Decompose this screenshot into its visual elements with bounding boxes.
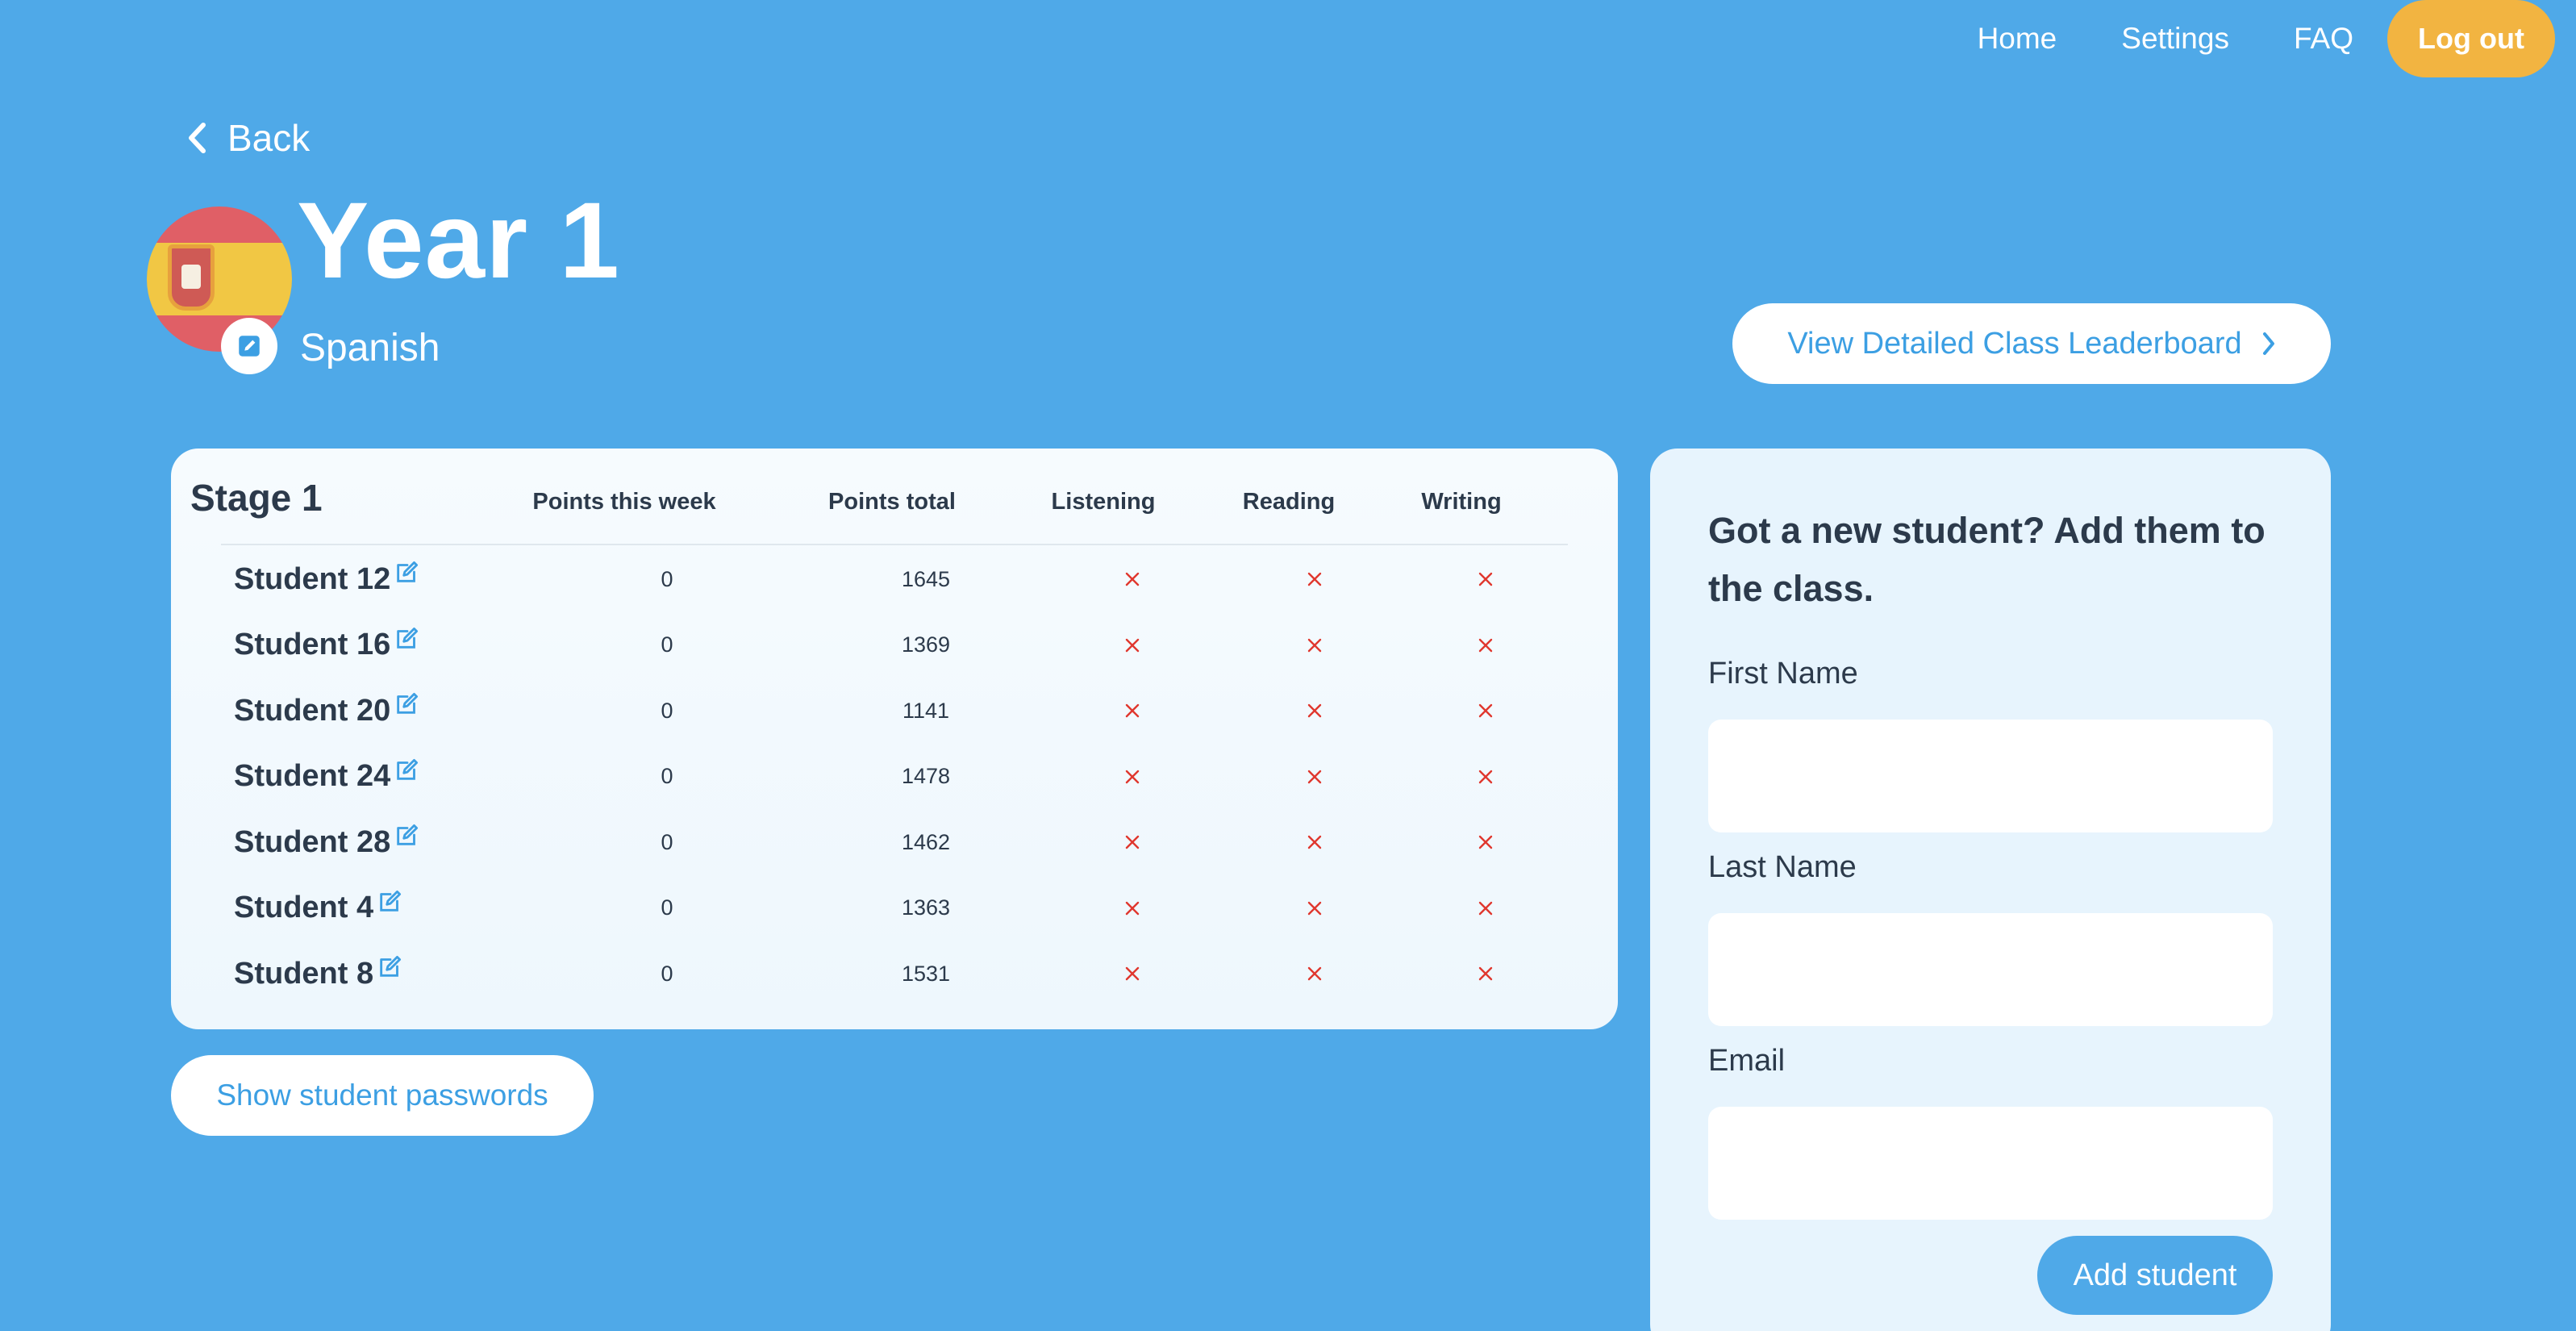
email-field[interactable] <box>1708 1107 2273 1220</box>
reading-cross-icon <box>1307 876 1323 941</box>
top-nav: Home Settings FAQ Log out <box>1978 0 2555 77</box>
nav-settings-link[interactable]: Settings <box>2121 22 2229 56</box>
first-name-field[interactable] <box>1708 720 2273 832</box>
nav-home-link[interactable]: Home <box>1978 22 2057 56</box>
points-week-cell: 0 <box>661 961 673 986</box>
chevron-left-icon <box>189 123 206 153</box>
view-leaderboard-label: View Detailed Class Leaderboard <box>1787 326 2242 361</box>
points-total-cell: 1363 <box>901 895 951 920</box>
view-leaderboard-button[interactable]: View Detailed Class Leaderboard <box>1732 303 2331 384</box>
points-total-cell: 1531 <box>901 961 951 986</box>
edit-student-icon[interactable] <box>394 756 421 783</box>
points-week-cell: 0 <box>661 698 673 723</box>
reading-cross-icon <box>1307 678 1323 743</box>
student-name-label: Student 12 <box>234 561 391 596</box>
edit-student-icon[interactable] <box>394 821 421 849</box>
reading-cross-icon <box>1307 745 1323 809</box>
writing-cross-icon <box>1478 876 1494 941</box>
points-week-cell: 0 <box>661 764 673 788</box>
listening-cross-icon <box>1124 613 1140 678</box>
writing-cross-icon <box>1478 810 1494 874</box>
col-header-reading: Reading <box>1242 489 1336 515</box>
chevron-right-icon <box>2262 332 2274 355</box>
writing-cross-icon <box>1478 745 1494 809</box>
reading-cross-icon <box>1307 547 1323 611</box>
listening-cross-icon <box>1124 810 1140 874</box>
points-total-cell: 1141 <box>902 698 950 723</box>
writing-cross-icon <box>1478 678 1494 743</box>
table-row: Student 20 0 1141 <box>171 678 1618 743</box>
nav-faq-link[interactable]: FAQ <box>2294 22 2353 56</box>
points-total-cell: 1478 <box>901 764 951 788</box>
student-name-label: Student 16 <box>234 628 391 661</box>
points-total-cell: 1645 <box>901 566 951 591</box>
listening-cross-icon <box>1124 745 1140 809</box>
student-name: Student 28 <box>234 810 421 874</box>
table-row: Student 4 0 1363 <box>171 876 1618 941</box>
edit-student-icon[interactable] <box>377 887 404 915</box>
points-total-cell: 1369 <box>901 632 951 657</box>
students-table: Student 12 0 1645 Student 16 0 1369 Student 20… <box>171 449 1618 1029</box>
student-name-label: Student 4 <box>234 891 374 924</box>
col-header-points-total: Points total <box>828 489 956 515</box>
points-week-cell: 0 <box>661 632 673 657</box>
email-label: Email <box>1708 1044 1786 1078</box>
table-row: Student 12 0 1645 <box>171 547 1618 611</box>
last-name-label: Last Name <box>1708 850 1857 884</box>
col-header-writing: Writing <box>1421 489 1502 515</box>
student-name: Student 20 <box>234 678 421 743</box>
table-row: Student 8 0 1531 <box>171 941 1618 1006</box>
stage-title: Stage 1 <box>190 477 323 519</box>
student-name: Student 16 <box>234 613 421 678</box>
student-name-label: Student 28 <box>234 824 391 859</box>
student-name-label: Student 8 <box>234 956 374 991</box>
student-name: Student 24 <box>234 745 421 809</box>
student-name: Student 4 <box>234 876 404 941</box>
writing-cross-icon <box>1478 941 1494 1006</box>
edit-icon <box>239 336 260 357</box>
first-name-label: First Name <box>1708 657 1858 691</box>
class-language: Spanish <box>300 327 440 369</box>
edit-student-icon[interactable] <box>394 624 421 652</box>
edit-student-icon[interactable] <box>394 690 421 717</box>
back-label: Back <box>227 117 311 159</box>
table-row: Student 28 0 1462 <box>171 810 1618 874</box>
reading-cross-icon <box>1307 810 1323 874</box>
student-name: Student 12 <box>234 547 421 611</box>
col-header-points-week: Points this week <box>532 489 716 515</box>
student-name-label: Student 20 <box>234 693 391 728</box>
reading-cross-icon <box>1307 613 1323 678</box>
writing-cross-icon <box>1478 547 1494 611</box>
edit-student-icon[interactable] <box>377 953 404 980</box>
listening-cross-icon <box>1124 547 1140 611</box>
listening-cross-icon <box>1124 678 1140 743</box>
last-name-field[interactable] <box>1708 913 2273 1026</box>
points-week-cell: 0 <box>661 566 673 591</box>
table-row: Student 16 0 1369 <box>171 613 1618 678</box>
reading-cross-icon <box>1307 941 1323 1006</box>
writing-cross-icon <box>1478 613 1494 678</box>
listening-cross-icon <box>1124 876 1140 941</box>
col-header-listening: Listening <box>1051 489 1156 515</box>
edit-student-icon[interactable] <box>394 558 421 586</box>
points-week-cell: 0 <box>661 829 673 854</box>
back-link[interactable]: Back <box>187 116 310 160</box>
student-name: Student 8 <box>234 941 404 1006</box>
logout-button[interactable]: Log out <box>2387 0 2555 77</box>
student-name-label: Student 24 <box>234 759 391 793</box>
add-student-button[interactable]: Add student <box>2037 1236 2273 1315</box>
class-title: Year 1 <box>297 181 620 301</box>
table-row: Student 24 0 1478 <box>171 745 1618 809</box>
points-total-cell: 1462 <box>901 829 951 854</box>
edit-language-button[interactable] <box>221 318 277 374</box>
points-week-cell: 0 <box>661 895 673 920</box>
add-student-heading: Got a new student? Add them to the class… <box>1708 510 2265 609</box>
listening-cross-icon <box>1124 941 1140 1006</box>
show-passwords-button[interactable]: Show student passwords <box>171 1055 594 1136</box>
